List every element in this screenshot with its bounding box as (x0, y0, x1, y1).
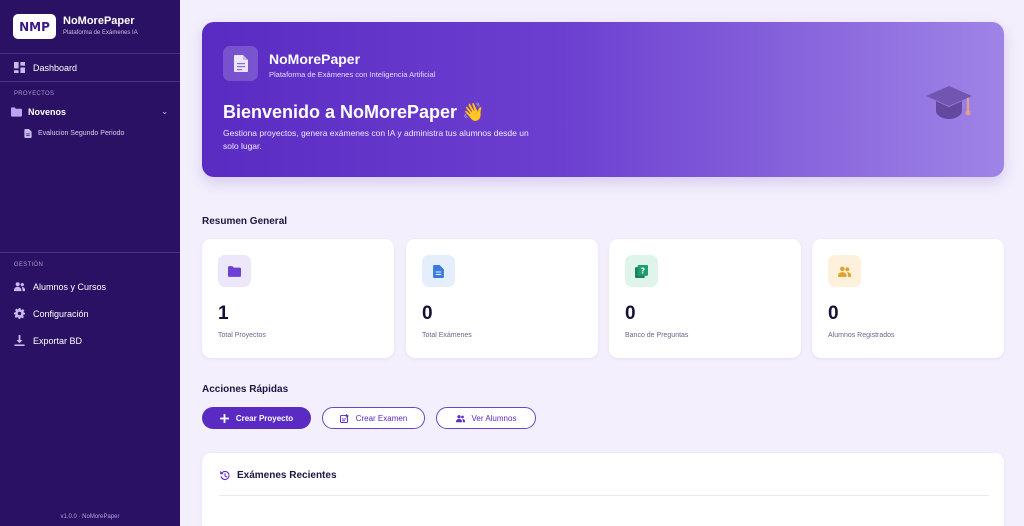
section-label-management: GESTIÓN (14, 262, 44, 268)
folder-icon (11, 107, 22, 117)
sidebar: NMP NoMorePaper Plataforma de Exámenes I… (0, 0, 180, 526)
recent-exams-panel: Exámenes Recientes (202, 453, 1004, 526)
sidebar-item-label: Configuración (33, 308, 89, 319)
sidebar-item-students[interactable]: Alumnos y Cursos (14, 281, 106, 292)
users-icon (828, 255, 861, 287)
graduation-cap-icon (926, 86, 972, 119)
stat-card-question-bank[interactable]: ? 0 Banco de Preguntas (609, 239, 801, 358)
sidebar-divider (0, 81, 180, 82)
version-label: v1.0.0 · NoMorePaper (60, 514, 120, 520)
recent-exams-label: Exámenes Recientes (237, 470, 337, 481)
chevron-down-icon[interactable]: ⌄ (161, 107, 168, 116)
sidebar-item-export[interactable]: Exportar BD (14, 335, 82, 346)
subitem-label: Evalucion Segundo Periodo (38, 130, 125, 137)
sidebar-item-label: Dashboard (33, 62, 78, 73)
recent-exams-title: Exámenes Recientes (219, 470, 337, 481)
stat-card-exams[interactable]: 0 Total Exámenes (406, 239, 598, 358)
brand-subtitle: Plataforma de Exámenes IA (63, 30, 138, 36)
download-icon (14, 335, 25, 346)
document-icon (24, 129, 32, 138)
hero-subtitle: Plataforma de Exámenes con Inteligencia … (269, 70, 436, 79)
document-icon (223, 46, 258, 81)
stat-value: 0 (625, 303, 636, 324)
welcome-banner: NoMorePaper Plataforma de Exámenes con I… (202, 22, 1004, 177)
brand-name: NoMorePaper (63, 15, 135, 27)
stat-value: 0 (828, 303, 839, 324)
dashboard-icon (14, 62, 25, 73)
users-icon (14, 282, 25, 292)
history-icon (220, 470, 230, 481)
add-document-icon (339, 413, 349, 423)
stat-value: 0 (422, 303, 433, 324)
brand-logo: NMP (13, 14, 56, 39)
stat-label: Total Proyectos (218, 332, 266, 339)
question-bank-icon: ? (625, 255, 658, 287)
page-title: Bienvenido a NoMorePaper 👋 (223, 102, 485, 122)
users-icon (455, 414, 465, 422)
sidebar-subitem-exam[interactable]: Evalucion Segundo Periodo (24, 129, 124, 138)
create-exam-button[interactable]: Crear Examen (322, 407, 425, 429)
gear-icon (14, 308, 25, 319)
sidebar-item-settings[interactable]: Configuración (14, 308, 89, 319)
stat-label: Banco de Preguntas (625, 332, 689, 339)
sidebar-item-label: Alumnos y Cursos (33, 281, 107, 292)
stat-card-projects[interactable]: 1 Total Proyectos (202, 239, 394, 358)
stat-label: Total Exámenes (422, 332, 472, 339)
summary-title: Resumen General (202, 216, 288, 227)
divider (219, 495, 989, 496)
stat-value: 1 (218, 303, 229, 324)
button-label: Ver Alumnos (471, 413, 517, 423)
sidebar-divider (0, 53, 180, 54)
folder-icon (218, 255, 251, 287)
quick-actions-title: Acciones Rápidas (202, 384, 289, 395)
section-label-projects: PROYECTOS (14, 91, 55, 97)
hero-description: Gestiona proyectos, genera exámenes con … (223, 128, 529, 151)
brand[interactable]: NMP NoMorePaper Plataforma de Exámenes I… (13, 14, 138, 39)
stat-label: Alumnos Registrados (828, 332, 895, 339)
sidebar-item-dashboard[interactable]: Dashboard (14, 62, 77, 73)
sidebar-divider (0, 252, 180, 253)
view-students-button[interactable]: Ver Alumnos (436, 407, 536, 429)
hero-app-name: NoMorePaper (269, 51, 361, 67)
svg-text:?: ? (641, 266, 645, 275)
sidebar-item-label: Exportar BD (33, 335, 83, 346)
button-label: Crear Examen (355, 413, 408, 423)
sidebar-project-novenos[interactable]: Novenos ⌄ (11, 107, 171, 117)
project-label: Novenos (28, 107, 67, 117)
stat-card-students[interactable]: 0 Alumnos Registrados (812, 239, 1004, 358)
button-label: Crear Proyecto (235, 413, 294, 423)
plus-icon (219, 413, 229, 423)
document-icon (422, 255, 455, 287)
create-project-button[interactable]: Crear Proyecto (202, 407, 311, 429)
